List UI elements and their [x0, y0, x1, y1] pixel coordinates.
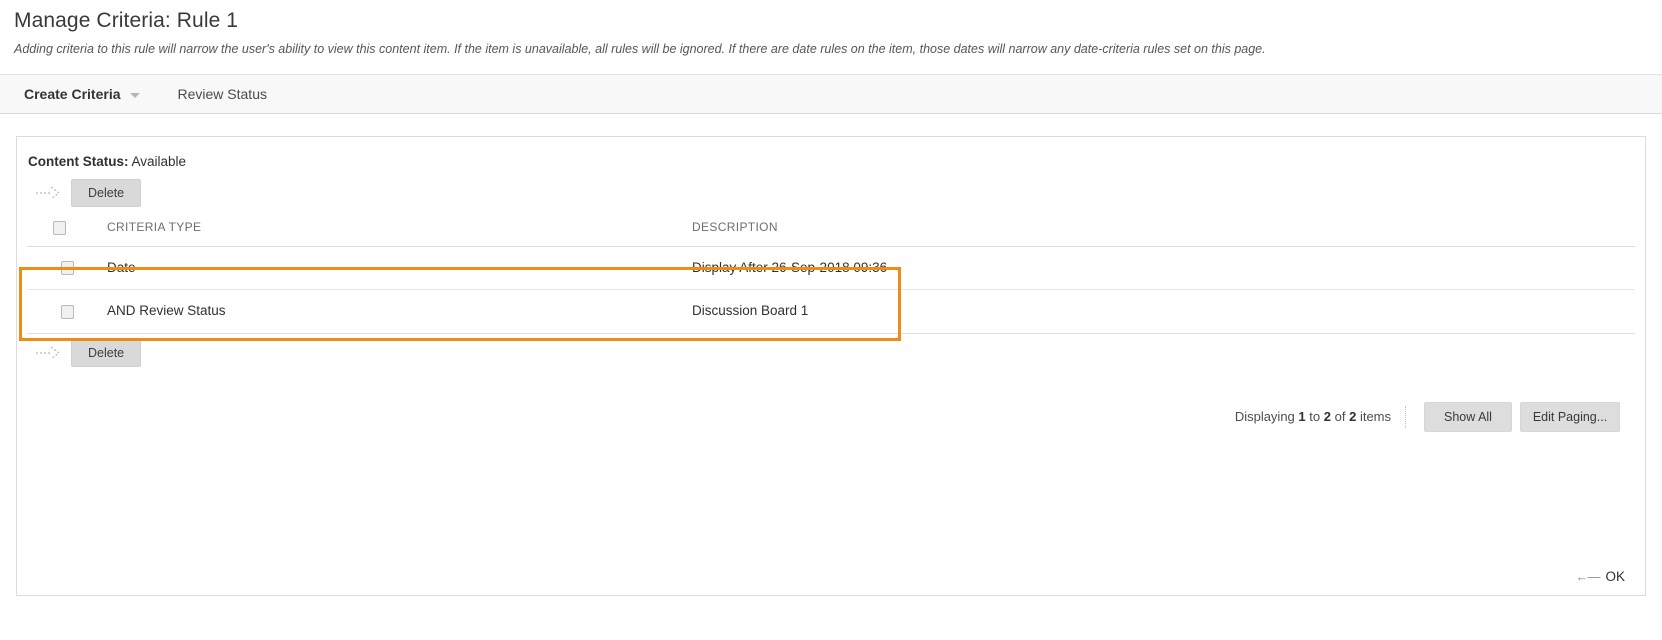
- show-all-button[interactable]: Show All: [1424, 401, 1512, 432]
- paging-suffix: items: [1359, 409, 1391, 425]
- paging-to: 2: [1323, 409, 1331, 425]
- column-header-description[interactable]: DESCRIPTION: [692, 210, 1635, 247]
- row-checkbox[interactable]: [61, 304, 74, 319]
- dashed-arrow-right-icon: [36, 346, 60, 360]
- menu-review-status-label: Review Status: [177, 86, 267, 102]
- criteria-panel: Content Status: Available Delete CRITERI…: [16, 136, 1646, 596]
- row-select-cell: [27, 289, 107, 334]
- row-criteria-type: AND Review Status: [107, 289, 692, 334]
- back-arrow-icon: ←—: [1575, 569, 1600, 584]
- page-subtitle: Adding criteria to this rule will narrow…: [14, 42, 1266, 56]
- row-select-cell: [27, 246, 107, 291]
- content-status-label: Content Status:: [28, 154, 129, 169]
- paging-total: 2: [1349, 409, 1357, 425]
- dashed-arrow-right-icon: [36, 186, 60, 200]
- column-header-criteria-type[interactable]: CRITERIA TYPE: [107, 210, 692, 247]
- criteria-table-head: CRITERIA TYPE DESCRIPTION: [27, 210, 1635, 247]
- criteria-table: CRITERIA TYPE DESCRIPTION Date Display A…: [27, 210, 1635, 334]
- table-row[interactable]: AND Review Status Discussion Board 1: [27, 289, 1635, 334]
- row-criteria-type: Date: [107, 246, 692, 291]
- paging-from: 1: [1298, 409, 1306, 425]
- paging-divider: [1405, 405, 1406, 428]
- action-bar: Create Criteria Review Status: [0, 74, 1662, 114]
- select-all-checkbox[interactable]: [53, 220, 66, 235]
- row-description: Discussion Board 1: [692, 289, 1635, 334]
- chevron-down-icon: [129, 92, 140, 98]
- menu-create-criteria-label: Create Criteria: [24, 86, 121, 102]
- menu-review-status[interactable]: Review Status: [178, 86, 267, 102]
- table-header-row: CRITERIA TYPE DESCRIPTION: [27, 210, 1635, 247]
- page-title: Manage Criteria: Rule 1: [14, 9, 239, 32]
- paging-row: Displaying 1 to 2 of 2 items Show All Ed…: [17, 401, 1645, 432]
- menu-create-criteria[interactable]: Create Criteria: [24, 86, 140, 102]
- criteria-table-body: Date Display After 26-Sep-2018 09:36 AND…: [27, 246, 1635, 334]
- page-header: Manage Criteria: Rule 1 Adding criteria …: [0, 0, 1662, 58]
- toolbar-bottom: Delete: [17, 334, 1645, 368]
- delete-button-top[interactable]: Delete: [71, 179, 142, 207]
- paging-of: of: [1334, 409, 1346, 425]
- select-all-header: [27, 210, 107, 247]
- edit-paging-button[interactable]: Edit Paging...: [1520, 401, 1620, 432]
- panel-footer: ←— OK: [1575, 569, 1625, 584]
- paging-prefix: Displaying: [1234, 409, 1295, 425]
- paging-mid: to: [1309, 409, 1321, 425]
- content-status: Content Status: Available: [17, 137, 1645, 169]
- table-row[interactable]: Date Display After 26-Sep-2018 09:36: [27, 246, 1635, 291]
- row-description: Display After 26-Sep-2018 09:36: [692, 246, 1635, 291]
- ok-button-label: OK: [1605, 569, 1625, 584]
- delete-button-bottom[interactable]: Delete: [71, 338, 142, 367]
- content-status-value: Available: [131, 154, 187, 169]
- row-checkbox[interactable]: [61, 261, 74, 276]
- toolbar-top: Delete: [17, 176, 1645, 210]
- ok-button[interactable]: ←— OK: [1575, 569, 1625, 584]
- paging-summary: Displaying 1 to 2 of 2 items: [1235, 409, 1391, 424]
